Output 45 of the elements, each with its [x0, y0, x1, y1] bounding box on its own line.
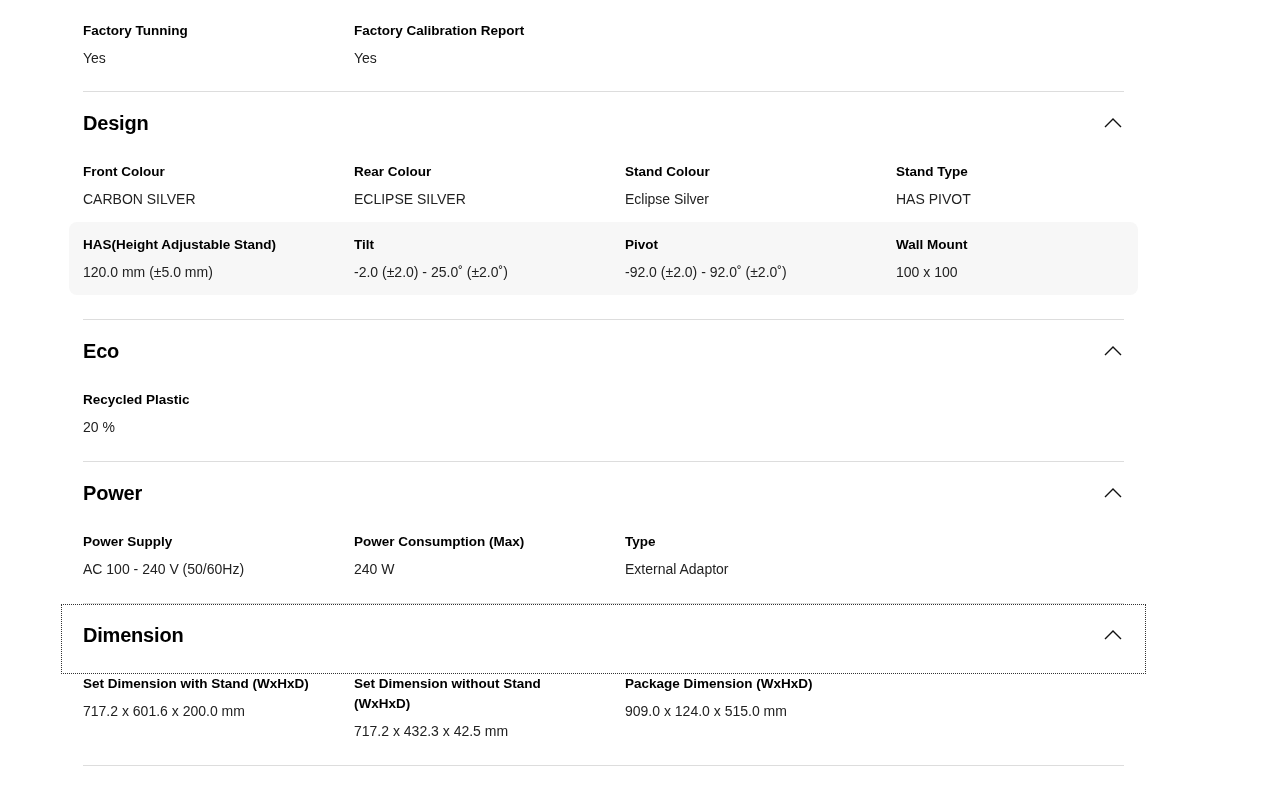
spec-value: 120.0 mm (±5.0 mm) — [83, 263, 214, 282]
spec-value: 909.0 x 124.0 x 515.0 mm — [625, 702, 788, 721]
spec-label: Factory Calibration Report — [354, 22, 526, 40]
section-header[interactable]: Power — [83, 462, 1124, 519]
spec-label: Stand Colour — [625, 163, 711, 181]
spec-value: -2.0 (±2.0) - 25.0˚ (±2.0˚) — [354, 263, 509, 282]
spec-value: HAS PIVOT — [896, 190, 972, 209]
spec-label: Factory Tunning — [83, 22, 189, 40]
spec-label: Type — [625, 533, 657, 551]
spec-label: Recycled Plastic — [83, 391, 191, 409]
chevron-up-icon[interactable] — [1104, 630, 1122, 640]
spec-value: AC 100 - 240 V (50/60Hz) — [83, 560, 246, 579]
spec-value: Yes — [83, 49, 107, 68]
spec-label: Set Dimension with Stand (WxHxD) — [83, 675, 310, 693]
spec-label: Pivot — [625, 236, 659, 254]
spec-label: HAS(Height Adjustable Stand) — [83, 236, 277, 254]
spec-label: Power Supply — [83, 533, 174, 551]
spec-label: Power Consumption (Max) — [354, 533, 526, 551]
spec-value: CARBON SILVER — [83, 190, 197, 209]
chevron-up-icon[interactable] — [1104, 118, 1122, 128]
spec-value: 20 % — [83, 418, 116, 437]
spec-value: 717.2 x 432.3 x 42.5 mm — [354, 722, 510, 741]
spec-label: Package Dimension (WxHxD) — [625, 675, 814, 693]
spec-label: Rear Colour — [354, 163, 433, 181]
spec-label: Tilt — [354, 236, 375, 254]
spec-value: 717.2 x 601.6 x 200.0 mm — [83, 702, 246, 721]
section-title: Design — [83, 111, 149, 135]
spec-label: Front Colour — [83, 163, 166, 181]
spec-value: External Adaptor — [625, 560, 730, 579]
section-header[interactable]: Design — [83, 92, 1124, 149]
spec-value: Eclipse Silver — [625, 190, 711, 209]
spec-label: Set Dimension without Stand (WxHxD) — [354, 675, 542, 713]
section-title: Dimension — [83, 623, 184, 647]
spec-value: ECLIPSE SILVER — [354, 190, 467, 209]
spec-value: Yes — [354, 49, 378, 68]
spec-value: -92.0 (±2.0) - 92.0˚ (±2.0˚) — [625, 263, 788, 282]
spec-value: 240 W — [354, 560, 396, 579]
chevron-up-icon[interactable] — [1104, 346, 1122, 356]
section-title: Power — [83, 481, 143, 505]
section-header[interactable]: Eco — [83, 320, 1124, 377]
spec-label: Stand Type — [896, 163, 969, 181]
section-title: Eco — [83, 339, 120, 363]
spec-label: Wall Mount — [896, 236, 969, 254]
spec-value: 100 x 100 — [896, 263, 959, 282]
chevron-up-icon[interactable] — [1104, 488, 1122, 498]
